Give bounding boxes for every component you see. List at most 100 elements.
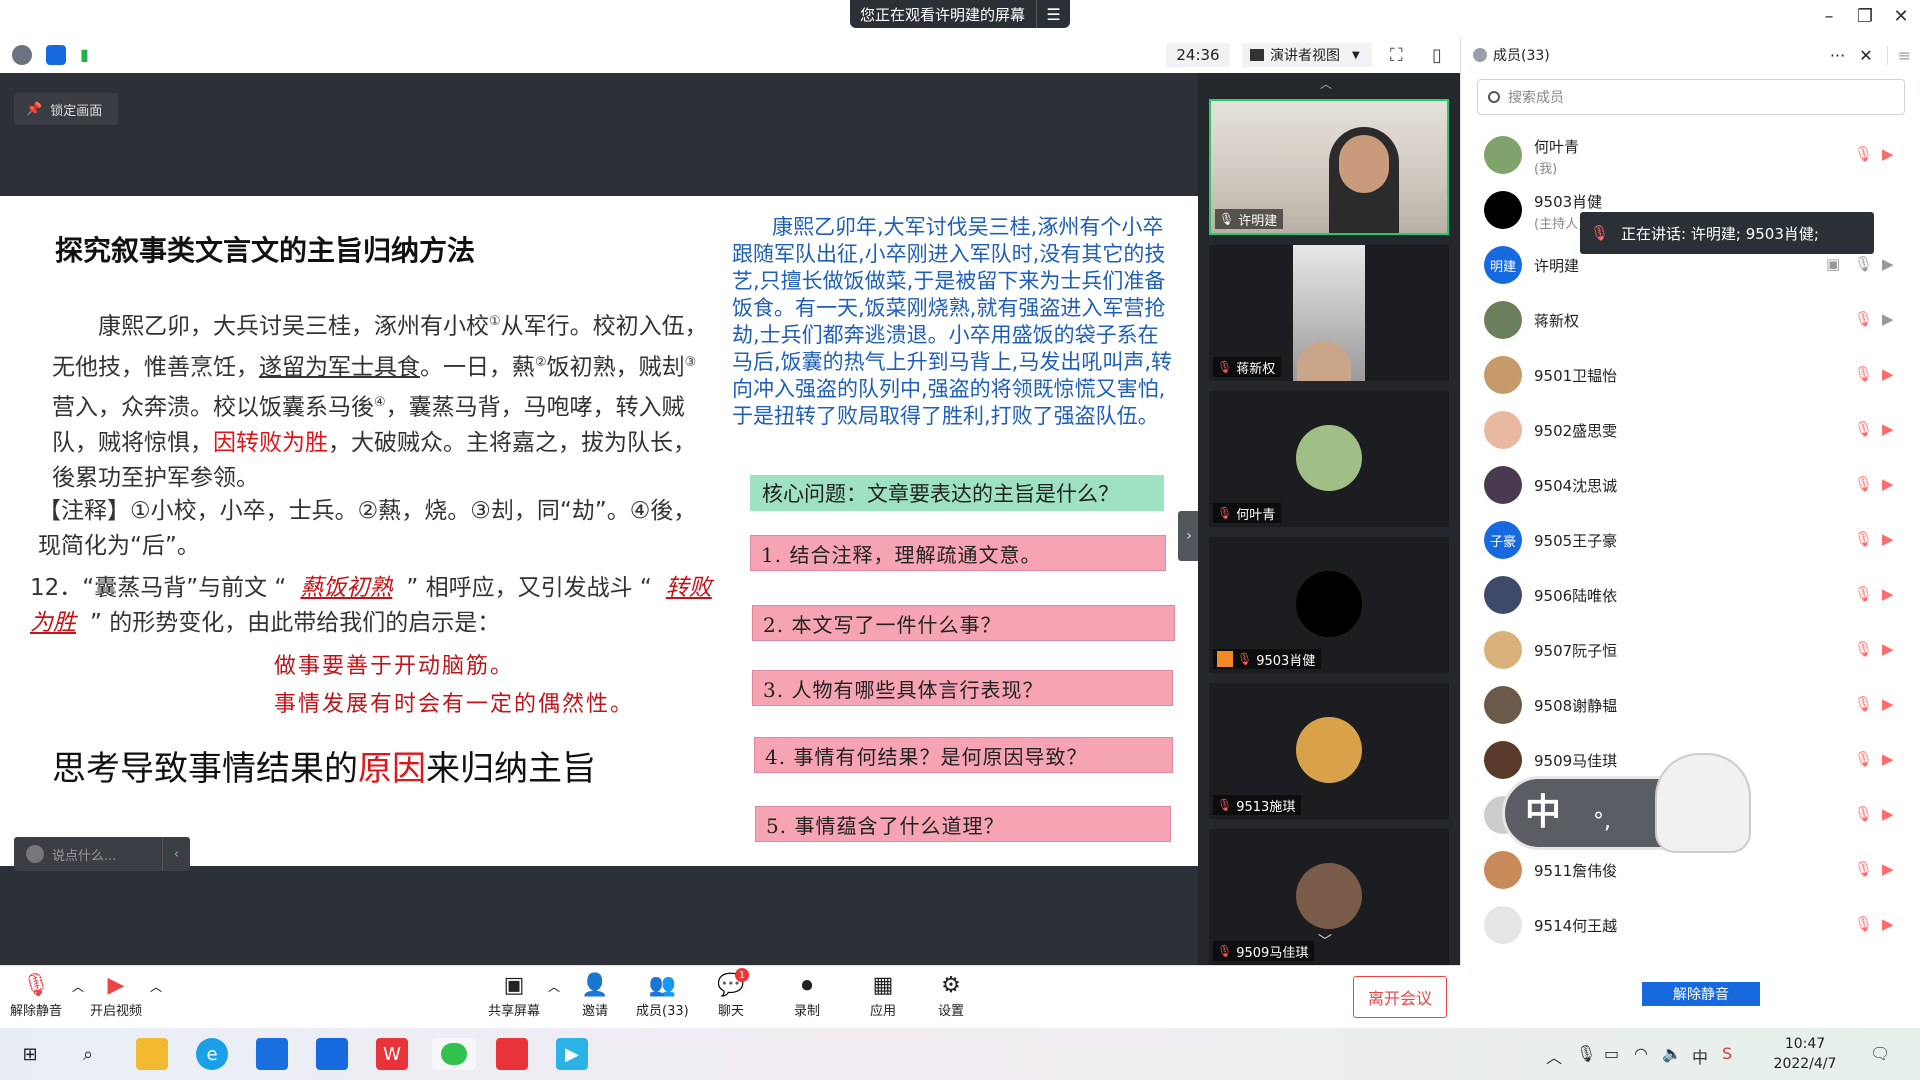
unmute-button[interactable]: 🎙 解除静音: [10, 970, 62, 1020]
signal-icon[interactable]: ▮: [80, 45, 100, 65]
meeting-app-icon[interactable]: [316, 1038, 348, 1070]
mic-on-icon[interactable]: 🎙: [1854, 255, 1873, 273]
system-clock[interactable]: 10:47 2022/4/7: [1770, 1034, 1840, 1074]
chevron-up-icon[interactable]: ︿: [548, 978, 560, 995]
video-tile[interactable]: 🎙 9503肖健: [1209, 537, 1449, 673]
mic-muted-icon[interactable]: 🎙: [1854, 805, 1873, 823]
share-screen-button[interactable]: ▣ 共享屏幕: [488, 970, 540, 1020]
camera-off-icon[interactable]: ▶: [1882, 640, 1894, 658]
menu-icon[interactable]: ≡: [1886, 45, 1911, 65]
search-icon[interactable]: ⌕: [72, 1038, 104, 1070]
member-search-input[interactable]: 搜索成员: [1477, 79, 1905, 115]
windows-start-icon[interactable]: ⊞: [14, 1038, 46, 1070]
notification-icon[interactable]: 🗨: [1870, 1044, 1890, 1063]
video-tile[interactable]: 🎙 何叶青: [1209, 391, 1449, 527]
member-row[interactable]: 9502盛思雯 🎙 ▶: [1461, 402, 1920, 457]
chat-input-hint[interactable]: 说点什么... ‹: [14, 837, 190, 871]
ime-tray-label[interactable]: 中: [1692, 1044, 1708, 1068]
start-video-button[interactable]: ▶ 开启视频: [90, 970, 142, 1020]
fullscreen-icon[interactable]: ⛶: [1390, 45, 1403, 66]
chat-button[interactable]: 💬 1 聊天: [716, 968, 749, 1019]
collapse-video-panel-button[interactable]: ›: [1178, 511, 1200, 561]
camera-off-icon[interactable]: ▶: [1882, 475, 1894, 493]
member-row[interactable]: 9501卫韫怡 🎙 ▶: [1461, 347, 1920, 402]
mic-muted-icon[interactable]: 🎙: [1854, 640, 1873, 658]
chevron-up-icon[interactable]: ︿: [150, 978, 162, 995]
mic-muted-icon[interactable]: 🎙: [1854, 530, 1873, 548]
member-row[interactable]: 9514何王越 🎙 ▶: [1461, 897, 1920, 952]
mic-muted-icon[interactable]: 🎙: [1854, 365, 1873, 383]
emoji-icon[interactable]: [26, 845, 44, 863]
scroll-down-icon[interactable]: ﹀: [1318, 931, 1332, 951]
mic-muted-icon[interactable]: 🎙: [1854, 475, 1873, 493]
chevron-up-icon[interactable]: ︿: [72, 978, 84, 995]
info-icon[interactable]: [12, 45, 32, 65]
camera-icon[interactable]: ▶: [1882, 255, 1894, 273]
camera-icon[interactable]: ▶: [1882, 310, 1894, 328]
member-row[interactable]: 9507阮子恒 🎙 ▶: [1461, 622, 1920, 677]
mic-muted-icon[interactable]: 🎙: [1854, 750, 1873, 768]
video-tile[interactable]: 🎙 蒋新权: [1209, 245, 1449, 381]
wps-icon[interactable]: W: [376, 1038, 408, 1070]
camera-off-icon[interactable]: ▶: [1882, 145, 1894, 163]
video-tile[interactable]: 🎙 9513施琪: [1209, 683, 1449, 819]
camera-off-icon[interactable]: ▶: [1882, 915, 1894, 933]
volume-icon[interactable]: 🔈: [1662, 1044, 1682, 1063]
mic-icon[interactable]: 🎙: [1576, 1044, 1596, 1063]
ime-punct-label[interactable]: °,: [1593, 809, 1611, 834]
media-player-icon[interactable]: ▶: [556, 1038, 588, 1070]
wifi-icon[interactable]: ◠: [1634, 1044, 1648, 1063]
camera-off-icon[interactable]: ▶: [1882, 530, 1894, 548]
security-shield-icon[interactable]: [46, 45, 66, 65]
camera-off-icon[interactable]: ▶: [1882, 420, 1894, 438]
view-mode-button[interactable]: 演讲者视图 ▼: [1242, 43, 1372, 67]
close-panel-button[interactable]: ✕: [1859, 46, 1872, 65]
file-explorer-icon[interactable]: [136, 1038, 168, 1070]
mic-muted-icon[interactable]: 🎙: [1854, 420, 1873, 438]
member-row[interactable]: 9506陆唯依 🎙 ▶: [1461, 567, 1920, 622]
member-row[interactable]: 蒋新权 🎙 ▶: [1461, 292, 1920, 347]
ime-mode-label[interactable]: 中: [1525, 783, 1561, 835]
members-button[interactable]: 👥 成员(33): [636, 970, 689, 1020]
chevron-up-icon[interactable]: ︿: [1546, 1044, 1562, 1068]
camera-off-icon[interactable]: ▶: [1882, 805, 1894, 823]
lock-view-button[interactable]: 📌 锁定画面: [14, 93, 118, 125]
camera-off-icon[interactable]: ▶: [1882, 750, 1894, 768]
mic-muted-icon[interactable]: 🎙: [1854, 585, 1873, 603]
settings-button[interactable]: ⚙ 设置: [936, 970, 966, 1020]
app-icon[interactable]: [496, 1038, 528, 1070]
restore-button[interactable]: ❐: [1848, 6, 1882, 27]
sidebar-toggle-icon[interactable]: ▯: [1432, 45, 1442, 66]
mic-muted-icon[interactable]: 🎙: [1854, 310, 1873, 328]
app-icon[interactable]: [256, 1038, 288, 1070]
apps-button[interactable]: ▦ 应用: [868, 970, 898, 1020]
camera-off-icon[interactable]: ▶: [1882, 860, 1894, 878]
invite-button[interactable]: 👤 邀请: [580, 970, 610, 1020]
more-icon[interactable]: ···: [1830, 46, 1845, 65]
video-tile-speaker[interactable]: 🎙 许明建: [1209, 99, 1449, 235]
chevron-left-icon[interactable]: ‹: [162, 837, 190, 871]
record-button[interactable]: ⏺ 录制: [792, 970, 822, 1020]
mic-muted-icon[interactable]: 🎙: [1854, 145, 1873, 163]
member-row[interactable]: 何叶青 (我) 🎙 ▶: [1461, 127, 1920, 182]
banner-menu-icon[interactable]: ☰: [1036, 0, 1070, 28]
leave-meeting-button[interactable]: 离开会议: [1353, 976, 1447, 1018]
mic-muted-icon[interactable]: 🎙: [1854, 860, 1873, 878]
battery-icon[interactable]: ▭: [1604, 1044, 1619, 1063]
screen-share-banner[interactable]: 您正在观看许明建的屏幕 ☰: [850, 0, 1070, 28]
camera-off-icon[interactable]: ▶: [1882, 695, 1894, 713]
camera-off-icon[interactable]: ▶: [1882, 585, 1894, 603]
browser-icon[interactable]: e: [196, 1038, 228, 1070]
unmute-all-button[interactable]: 解除静音: [1642, 982, 1760, 1006]
close-window-button[interactable]: ✕: [1884, 6, 1918, 27]
member-row[interactable]: 9504沈思诚 🎙 ▶: [1461, 457, 1920, 512]
scroll-up-icon[interactable]: ︿: [1320, 75, 1332, 92]
mic-muted-icon[interactable]: 🎙: [1854, 695, 1873, 713]
member-row[interactable]: 9508谢静韫 🎙 ▶: [1461, 677, 1920, 732]
camera-off-icon[interactable]: ▶: [1882, 365, 1894, 383]
minimize-button[interactable]: –: [1812, 6, 1846, 27]
wechat-icon[interactable]: [432, 1038, 476, 1070]
ime-floating-widget[interactable]: 中 °,: [1502, 753, 1751, 853]
sogou-ime-icon[interactable]: S: [1722, 1044, 1732, 1063]
member-row[interactable]: 子豪 9505王子豪 🎙 ▶: [1461, 512, 1920, 567]
